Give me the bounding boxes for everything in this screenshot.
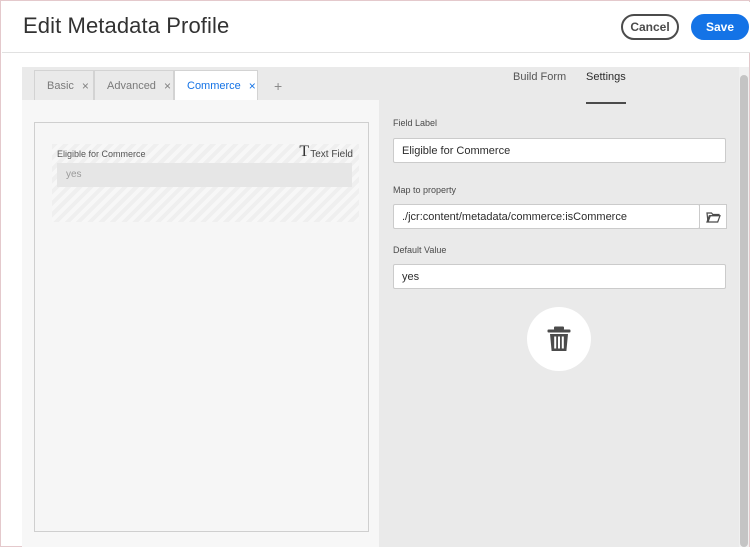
tab-label: Basic	[47, 79, 74, 92]
map-property-title: Map to property	[393, 185, 457, 195]
field-type-label: Text Field	[310, 149, 353, 160]
tab-basic[interactable]: Basic ×	[34, 70, 94, 101]
plus-icon[interactable]: +	[274, 78, 282, 94]
tab-commerce[interactable]: Commerce ×	[174, 70, 258, 101]
cancel-button[interactable]: Cancel	[621, 14, 679, 40]
editor-area: Basic × Advanced × Commerce × + Eligible…	[22, 67, 749, 547]
delete-field-button[interactable]	[527, 307, 591, 371]
form-tabbar: Basic × Advanced × Commerce × +	[22, 67, 379, 101]
close-icon[interactable]: ×	[82, 79, 89, 93]
page-header: Edit Metadata Profile Cancel Save	[2, 2, 750, 53]
form-canvas: Eligible for Commerce T Text Field yes	[34, 122, 369, 532]
default-value-input[interactable]: yes	[393, 264, 726, 289]
app-frame: Edit Metadata Profile Cancel Save Basic …	[0, 0, 750, 547]
map-property-input[interactable]: ./jcr:content/metadata/commerce:isCommer…	[393, 204, 700, 229]
save-button[interactable]: Save	[691, 14, 749, 40]
tab-label: Commerce	[187, 79, 241, 92]
text-field-card[interactable]: Eligible for Commerce T Text Field yes	[52, 144, 359, 222]
close-icon[interactable]: ×	[164, 79, 171, 93]
tab-label: Advanced	[107, 79, 156, 92]
text-field-icon: T	[299, 143, 310, 160]
tab-build-form[interactable]: Build Form	[513, 71, 566, 104]
field-type-badge: T Text Field	[299, 143, 353, 161]
scrollbar-thumb[interactable]	[740, 75, 748, 547]
page-title: Edit Metadata Profile	[23, 13, 230, 38]
tab-advanced[interactable]: Advanced ×	[94, 70, 174, 101]
field-preview: yes	[57, 163, 352, 187]
form-canvas-panel: Eligible for Commerce T Text Field yes	[22, 100, 379, 547]
scrollbar[interactable]	[739, 67, 749, 547]
tab-settings[interactable]: Settings	[586, 71, 626, 104]
field-label-title: Field Label	[393, 118, 438, 128]
field-label-input[interactable]: Eligible for Commerce	[393, 138, 726, 163]
default-value-title: Default Value	[393, 245, 447, 255]
field-card-label: Eligible for Commerce	[57, 149, 146, 159]
trash-icon	[547, 326, 571, 351]
close-icon[interactable]: ×	[249, 79, 256, 93]
folder-icon[interactable]	[699, 204, 727, 229]
